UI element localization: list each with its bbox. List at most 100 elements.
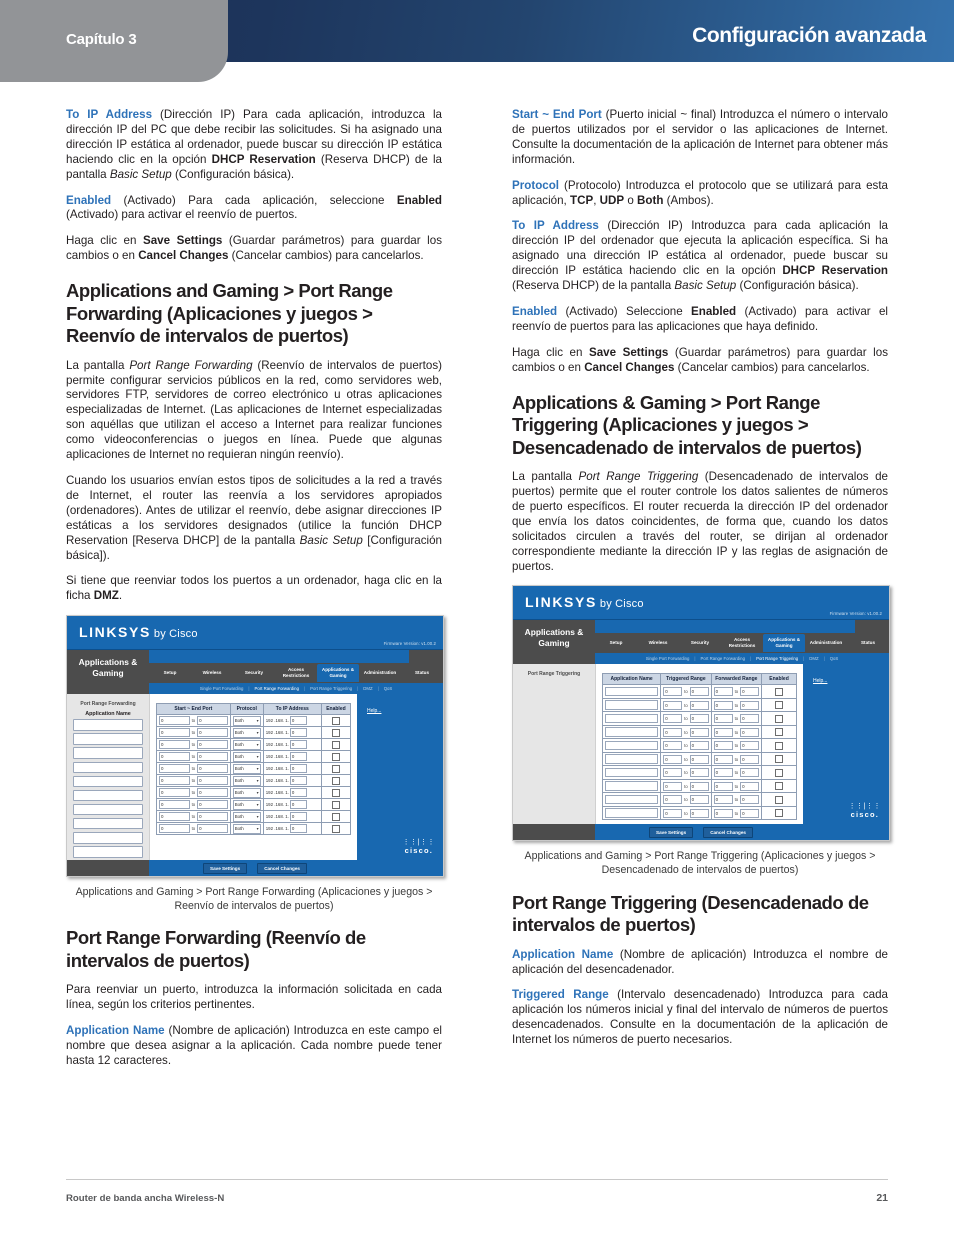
application-name-input[interactable] [73,747,143,759]
save-settings-button[interactable]: Save Settings [649,826,694,838]
protocol-select[interactable]: Both ▾ [232,740,261,750]
forwarded-start-input[interactable]: 0 [713,795,733,805]
tab-status[interactable]: Status [847,637,889,649]
end-port-input[interactable]: 0 [197,740,228,750]
start-port-input[interactable]: 0 [159,764,190,774]
enabled-checkbox[interactable] [331,728,340,737]
tab-administration[interactable]: Administration [359,667,401,679]
triggered-end-input[interactable]: 0 [689,781,709,791]
forwarded-start-input[interactable]: 0 [713,754,733,764]
forwarded-start-input[interactable]: 0 [713,727,733,737]
start-port-input[interactable]: 0 [159,812,190,822]
subtab-port-range-triggering[interactable]: Port Range Triggering [310,686,352,691]
end-port-input[interactable]: 0 [197,752,228,762]
ip-host-input[interactable]: 0 [289,716,307,726]
enabled-checkbox[interactable] [775,782,784,791]
application-name-input[interactable] [605,686,659,697]
subtab-port-range-triggering[interactable]: Port Range Triggering [756,656,798,661]
triggered-start-input[interactable]: 0 [663,714,683,724]
forwarded-end-input[interactable]: 0 [740,768,760,778]
enabled-checkbox[interactable] [331,716,340,725]
start-port-input[interactable]: 0 [159,728,190,738]
start-port-input[interactable]: 0 [159,716,190,726]
forwarded-start-input[interactable]: 0 [713,714,733,724]
application-name-input[interactable] [605,808,659,818]
forwarded-end-input[interactable]: 0 [740,727,760,737]
tab-status[interactable]: Status [401,667,443,679]
tab-applications-and-gaming[interactable]: Applications & Gaming [317,664,359,683]
application-name-input[interactable] [73,761,143,774]
triggered-end-input[interactable]: 0 [689,768,709,778]
forwarded-end-input[interactable]: 0 [740,687,760,697]
tab-setup[interactable]: Setup [149,667,191,679]
triggered-end-input[interactable]: 0 [689,727,709,737]
save-settings-button[interactable]: Save Settings [203,862,248,874]
ip-host-input[interactable]: 0 [289,740,307,750]
forwarded-end-input[interactable]: 0 [740,754,760,764]
application-name-input[interactable] [605,740,659,751]
application-name-input[interactable] [605,781,659,791]
end-port-input[interactable]: 0 [197,728,228,738]
triggered-end-input[interactable]: 0 [689,700,709,710]
application-name-input[interactable] [73,775,143,788]
help-link[interactable]: Help... [813,678,827,684]
ip-host-input[interactable]: 0 [289,788,307,798]
tab-wireless[interactable]: Wireless [637,637,679,649]
application-name-input[interactable] [605,700,659,710]
forwarded-end-input[interactable]: 0 [740,741,760,751]
enabled-checkbox[interactable] [775,755,784,764]
subtab-port-range-forwarding[interactable]: Port Range Forwarding [701,656,745,661]
enabled-checkbox[interactable] [775,741,784,750]
end-port-input[interactable]: 0 [197,716,228,726]
triggered-end-input[interactable]: 0 [689,795,709,805]
enabled-checkbox[interactable] [775,795,784,804]
application-name-input[interactable] [605,767,659,778]
triggered-end-input[interactable]: 0 [689,714,709,724]
end-port-input[interactable]: 0 [197,788,228,798]
application-name-input[interactable] [73,803,143,816]
enabled-checkbox[interactable] [331,812,340,821]
enabled-checkbox[interactable] [775,714,784,723]
application-name-input[interactable] [73,817,143,830]
tab-access-restrictions[interactable]: Access Restrictions [721,634,763,652]
tab-security[interactable]: Security [233,667,275,679]
end-port-input[interactable]: 0 [197,764,228,774]
cancel-changes-button[interactable]: Cancel Changes [257,862,307,874]
enabled-checkbox[interactable] [775,809,784,818]
protocol-select[interactable]: Both ▾ [232,716,261,726]
ip-host-input[interactable]: 0 [289,776,307,786]
application-name-input[interactable] [73,832,143,844]
ip-host-input[interactable]: 0 [289,812,307,822]
forwarded-start-input[interactable]: 0 [713,687,733,697]
end-port-input[interactable]: 0 [197,824,228,834]
triggered-start-input[interactable]: 0 [663,768,683,778]
triggered-start-input[interactable]: 0 [663,727,683,737]
triggered-start-input[interactable]: 0 [663,808,683,818]
start-port-input[interactable]: 0 [159,788,190,798]
ip-host-input[interactable]: 0 [289,752,307,762]
end-port-input[interactable]: 0 [197,812,228,822]
triggered-end-input[interactable]: 0 [689,808,709,818]
forwarded-end-input[interactable]: 0 [740,795,760,805]
enabled-checkbox[interactable] [775,728,784,737]
protocol-select[interactable]: Both ▾ [232,800,261,810]
forwarded-end-input[interactable]: 0 [740,714,760,724]
application-name-input[interactable] [73,733,143,745]
forwarded-start-input[interactable]: 0 [713,768,733,778]
tab-applications-and-gaming[interactable]: Applications & Gaming [763,634,805,653]
triggered-end-input[interactable]: 0 [689,754,709,764]
subtab-single-port-forwarding[interactable]: Single Port Forwarding [200,686,244,691]
forwarded-start-input[interactable]: 0 [713,808,733,818]
enabled-checkbox[interactable] [331,800,340,809]
subtab-qos[interactable]: QoS [830,656,839,661]
start-port-input[interactable]: 0 [159,800,190,810]
subtab-port-range-forwarding[interactable]: Port Range Forwarding [255,686,299,691]
tab-administration[interactable]: Administration [805,637,847,649]
end-port-input[interactable]: 0 [197,800,228,810]
subtab-dmz[interactable]: DMZ [363,686,372,691]
enabled-checkbox[interactable] [775,687,784,696]
protocol-select[interactable]: Both ▾ [232,776,261,786]
tab-setup[interactable]: Setup [595,637,637,649]
start-port-input[interactable]: 0 [159,752,190,762]
triggered-start-input[interactable]: 0 [663,795,683,805]
